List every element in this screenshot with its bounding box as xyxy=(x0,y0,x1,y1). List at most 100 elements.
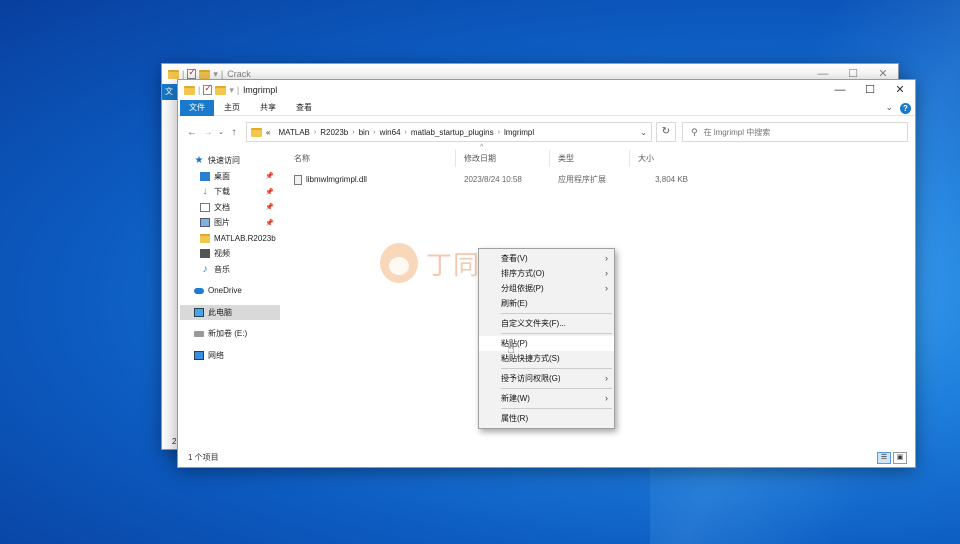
folder-icon xyxy=(251,127,262,137)
menu-item-group[interactable]: 分组依据(P) › xyxy=(479,281,614,296)
maximize-button[interactable]: ☐ xyxy=(855,80,885,100)
sidebar-item-drive-e[interactable]: 新加卷 (E:) xyxy=(180,326,280,342)
menu-item-view[interactable]: 查看(V) › xyxy=(479,251,614,266)
computer-icon xyxy=(194,307,204,317)
context-menu: 查看(V) › 排序方式(O) › 分组依据(P) › 刷新(E) 自定义文件夹(F)… xyxy=(478,248,615,429)
refresh-icon: ↻ xyxy=(661,126,671,137)
sidebar-item-desktop[interactable]: 桌面 📌 xyxy=(180,169,280,185)
column-name[interactable]: 名称 xyxy=(286,150,456,167)
navigation-pane: ★ 快速访问 桌面 📌 ↓ 下载 📌 文档 📌 图片 📌 MATLAB.R202… xyxy=(180,153,280,363)
up-arrow-icon[interactable]: ↑ xyxy=(226,127,242,138)
view-toggle: ☰ ▣ xyxy=(877,452,907,464)
search-box[interactable]: ⚲ xyxy=(682,122,908,142)
breadcrumb-overflow[interactable]: « xyxy=(262,128,274,137)
menu-separator xyxy=(501,388,612,389)
sidebar-item-documents[interactable]: 文档 📌 xyxy=(180,200,280,216)
tab-home[interactable]: 主页 xyxy=(214,100,250,116)
network-icon xyxy=(194,350,204,360)
star-icon: ★ xyxy=(194,155,204,167)
file-row[interactable]: libmwlmgrimpl.dll 2023/8/24 10:58 应用程序扩展… xyxy=(286,173,688,187)
breadcrumb-lmgrimpl[interactable]: lmgrimpl xyxy=(500,128,538,137)
address-dropdown-icon[interactable]: ⌄ xyxy=(640,128,647,137)
file-name: libmwlmgrimpl.dll xyxy=(306,175,367,184)
sidebar-item-quick-access[interactable]: ★ 快速访问 xyxy=(180,153,280,169)
column-modified[interactable]: 修改日期 xyxy=(456,150,550,167)
menu-item-customize-folder[interactable]: 自定义文件夹(F)... xyxy=(479,316,614,331)
tab-view[interactable]: 查看 xyxy=(286,100,322,116)
back-arrow-icon[interactable]: ← xyxy=(184,127,200,138)
hand-cursor-icon: ☝ xyxy=(507,341,515,356)
menu-item-sort[interactable]: 排序方式(O) › xyxy=(479,266,614,281)
menu-separator xyxy=(501,408,612,409)
search-input[interactable] xyxy=(703,127,884,137)
help-icon[interactable]: ? xyxy=(900,103,911,114)
sidebar-item-this-pc[interactable]: 此电脑 xyxy=(180,304,280,320)
ribbon-tabs: 文件 主页 共享 查看 ⌄ ? xyxy=(178,99,915,116)
close-button[interactable]: ✕ xyxy=(885,80,915,100)
menu-item-paste-shortcut[interactable]: 粘贴快捷方式(S) xyxy=(479,351,614,366)
desktop-icon xyxy=(200,171,210,181)
breadcrumb-r2023b[interactable]: R2023b xyxy=(316,128,352,137)
new-folder-icon[interactable] xyxy=(215,85,227,95)
expand-ribbon-icon[interactable]: ⌄ xyxy=(885,102,893,113)
breadcrumb-bin[interactable]: bin xyxy=(355,128,374,137)
sidebar-item-downloads[interactable]: ↓ 下载 📌 xyxy=(180,184,280,200)
menu-item-paste[interactable]: 粘贴(P) xyxy=(479,336,614,351)
cloud-icon xyxy=(194,287,204,294)
tab-share[interactable]: 共享 xyxy=(250,100,286,116)
file-type: 应用程序扩展 xyxy=(558,175,606,184)
breadcrumb-matlab[interactable]: MATLAB xyxy=(274,128,313,137)
window-title: lmgrimpl xyxy=(243,85,278,95)
breadcrumb-startup-plugins[interactable]: matlab_startup_plugins xyxy=(407,128,498,137)
tab-file[interactable]: 文件 xyxy=(180,99,214,116)
document-icon xyxy=(200,202,210,212)
pin-icon: 📌 xyxy=(265,204,274,212)
folder-icon xyxy=(200,233,210,243)
file-size: 3,804 KB xyxy=(655,175,688,184)
search-icon: ⚲ xyxy=(691,126,698,137)
pictures-icon xyxy=(200,218,210,228)
column-headers: ^ 名称 修改日期 类型 大小 xyxy=(286,144,680,167)
column-type[interactable]: 类型 xyxy=(550,150,630,167)
sidebar-item-music[interactable]: ♪ 音乐 xyxy=(180,262,280,278)
recent-locations-icon[interactable]: ⌄ xyxy=(216,128,226,136)
properties-icon[interactable] xyxy=(203,83,213,95)
drive-icon xyxy=(194,330,204,337)
refresh-button[interactable]: ↻ xyxy=(656,122,676,142)
title-bar[interactable]: | ▾ | lmgrimpl — ☐ ✕ xyxy=(178,80,915,100)
menu-item-new[interactable]: 新建(W) › xyxy=(479,391,614,406)
breadcrumb-win64[interactable]: win64 xyxy=(376,128,405,137)
item-count: 1 个项目 xyxy=(188,453,219,462)
sidebar-item-pictures[interactable]: 图片 📌 xyxy=(180,215,280,231)
back-file-tab[interactable]: 文 xyxy=(162,84,178,100)
menu-separator xyxy=(501,333,612,334)
sidebar-item-network[interactable]: 网络 xyxy=(180,348,280,364)
folder-icon xyxy=(184,85,195,95)
window-controls: — ☐ ✕ xyxy=(825,80,915,100)
menu-item-properties[interactable]: 属性(R) xyxy=(479,411,614,426)
sidebar-item-matlab[interactable]: MATLAB.R2023b xyxy=(180,231,280,247)
large-icons-view-icon[interactable]: ▣ xyxy=(893,452,907,464)
pin-icon: 📌 xyxy=(265,173,274,181)
column-size[interactable]: 大小 xyxy=(630,150,680,167)
new-folder-icon xyxy=(199,69,211,79)
sidebar-item-onedrive[interactable]: OneDrive xyxy=(180,283,280,299)
download-icon: ↓ xyxy=(202,186,208,198)
details-view-icon[interactable]: ☰ xyxy=(877,452,891,464)
properties-icon xyxy=(187,67,197,79)
sidebar-item-videos[interactable]: 视频 xyxy=(180,246,280,262)
back-quick-toolbar: | ▾ | xyxy=(168,67,223,80)
music-icon: ♪ xyxy=(202,263,208,275)
folder-icon xyxy=(168,69,179,79)
chevron-right-icon: › xyxy=(605,253,608,263)
address-bar[interactable]: « MATLAB › R2023b › bin › win64 › matlab… xyxy=(246,122,652,142)
minimize-button[interactable]: — xyxy=(825,80,855,100)
menu-item-refresh[interactable]: 刷新(E) xyxy=(479,296,614,311)
forward-arrow-icon[interactable]: → xyxy=(200,127,216,138)
chevron-right-icon: › xyxy=(605,283,608,293)
status-bar: 1 个项目 ☰ ▣ xyxy=(178,449,915,467)
file-modified: 2023/8/24 10:58 xyxy=(464,175,522,184)
menu-item-grant-access[interactable]: 授予访问权限(G) › xyxy=(479,371,614,386)
chevron-right-icon: › xyxy=(605,268,608,278)
customize-toolbar-icon[interactable]: ▾ xyxy=(229,85,234,96)
